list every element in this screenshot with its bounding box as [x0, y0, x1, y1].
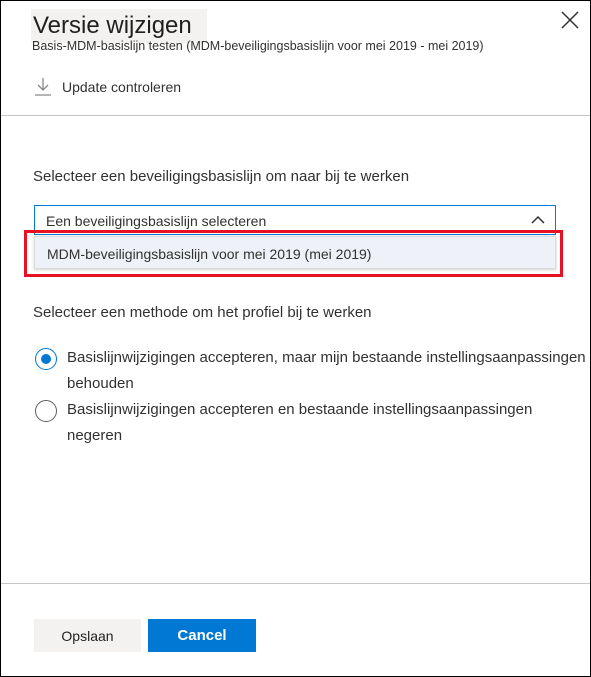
panel-subtitle: Basis-MDM-basislijn testen (MDM-beveilig…: [32, 39, 484, 53]
radio-button-unchecked[interactable]: [35, 400, 57, 422]
method-option-keep[interactable]: Basislijnwijzigingen accepteren, maar mi…: [35, 345, 587, 397]
save-button[interactable]: Opslaan: [34, 619, 141, 652]
close-icon: [561, 11, 579, 29]
radio-button-checked[interactable]: [35, 348, 57, 370]
footer-divider: [1, 583, 590, 584]
baseline-option-label: MDM-beveiligingsbasislijn voor mei 2019 …: [47, 246, 372, 262]
chevron-up-icon: [531, 215, 545, 224]
method-option-discard[interactable]: Basislijnwijzigingen accepteren en besta…: [35, 397, 587, 449]
divider: [1, 115, 590, 116]
close-button[interactable]: [559, 9, 581, 31]
baseline-dropdown-list: MDM-beveiligingsbasislijn voor mei 2019 …: [34, 236, 556, 269]
cancel-button[interactable]: Cancel: [148, 619, 256, 652]
method-option-discard-label: Basislijnwijzigingen accepteren en besta…: [67, 401, 533, 444]
method-option-keep-label: Basislijnwijzigingen accepteren, maar mi…: [67, 349, 586, 392]
baseline-option[interactable]: MDM-beveiligingsbasislijn voor mei 2019 …: [35, 237, 555, 268]
download-icon: [35, 78, 51, 96]
method-section-label: Selecteer een methode om het profiel bij…: [33, 304, 372, 321]
update-check-label: Update controleren: [62, 79, 182, 95]
change-version-panel: Versie wijzigen Basis-MDM-basislijn test…: [0, 0, 591, 677]
update-check-button[interactable]: Update controleren: [34, 77, 181, 97]
baseline-section-label: Selecteer een beveiligingsbasislijn om n…: [33, 168, 410, 185]
baseline-select-value: Een beveiligingsbasislijn selecteren: [46, 213, 267, 229]
baseline-select[interactable]: Een beveiligingsbasislijn selecteren: [34, 205, 556, 235]
panel-title: Versie wijzigen: [31, 9, 207, 43]
